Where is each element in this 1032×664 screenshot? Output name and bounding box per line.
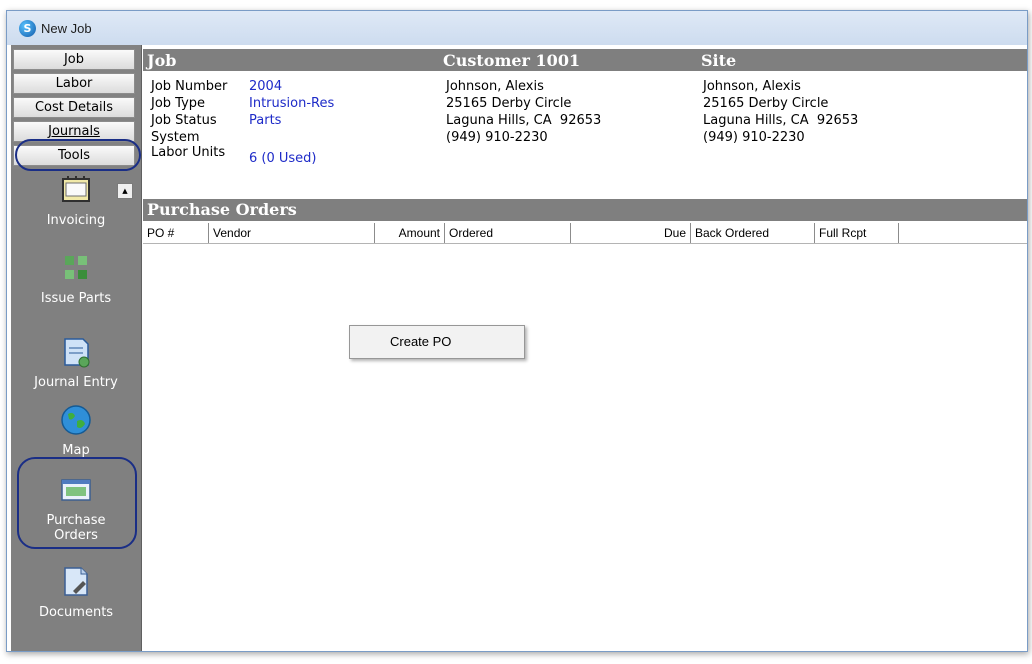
- context-menu: Create PO: [349, 325, 525, 359]
- tool-journal-entry[interactable]: Journal Entry: [11, 335, 141, 390]
- job-type-label: Job Type: [151, 96, 206, 111]
- job-number-label: Job Number: [151, 79, 228, 94]
- tool-documents[interactable]: Documents: [11, 565, 141, 620]
- tool-label: Issue Parts: [40, 291, 112, 306]
- job-number-value: 2004: [249, 79, 283, 94]
- tab-job[interactable]: Job: [13, 49, 135, 70]
- create-po-menu-item[interactable]: Create PO: [390, 334, 451, 349]
- issue-parts-icon: [65, 256, 87, 279]
- tool-label: Purchase Orders: [11, 513, 141, 543]
- sidebar: Job Labor Cost Details Journals Tools ▲ …: [11, 45, 142, 651]
- labor-units-value: 6 (0 Used): [249, 151, 317, 166]
- job-status-row: Job Status Parts: [151, 113, 281, 129]
- job-status-label: Job Status: [151, 113, 217, 128]
- customer-title: Customer 1001: [443, 51, 581, 70]
- tool-label: Map: [62, 443, 90, 458]
- tab-labor[interactable]: Labor: [13, 73, 135, 94]
- tool-label: Invoicing: [46, 213, 106, 228]
- job-type-row: Job Type Intrusion-Res: [151, 96, 334, 112]
- site-name: Johnson, Alexis: [703, 79, 801, 94]
- tab-cost-details[interactable]: Cost Details: [13, 97, 135, 118]
- col-amount[interactable]: Amount: [375, 223, 445, 243]
- col-full-rcpt[interactable]: Full Rcpt: [815, 223, 899, 243]
- tool-purchase-orders[interactable]: Purchase Orders: [11, 473, 141, 543]
- main-panel: Job Customer 1001 Site Job Number 2004 Jo…: [143, 45, 1027, 651]
- title-bar[interactable]: S New Job: [7, 11, 1027, 45]
- tool-issue-parts[interactable]: Issue Parts: [11, 251, 141, 306]
- customer-name: Johnson, Alexis: [446, 79, 544, 94]
- col-vendor[interactable]: Vendor: [209, 223, 375, 243]
- system-row: System: [151, 130, 199, 146]
- purchase-orders-icon: [61, 479, 91, 501]
- site-phone: (949) 910-2230: [703, 130, 805, 145]
- site-title: Site: [701, 51, 737, 70]
- app-logo-icon: S: [19, 20, 36, 37]
- job-status-value: Parts: [249, 113, 282, 128]
- col-ordered[interactable]: Ordered: [445, 223, 571, 243]
- col-po-number[interactable]: PO #: [143, 223, 209, 243]
- tab-journals[interactable]: Journals: [13, 121, 135, 142]
- tool-label: Journal Entry: [34, 375, 118, 390]
- job-number-row: Job Number 2004: [151, 79, 282, 95]
- tool-map[interactable]: Map: [11, 403, 141, 458]
- customer-phone: (949) 910-2230: [446, 130, 548, 145]
- invoicing-icon: [62, 176, 90, 202]
- customer-address2: Laguna Hills, CA 92653: [446, 113, 602, 128]
- new-job-window: S New Job Job Labor Cost Details Journal…: [6, 10, 1028, 652]
- tool-label: Documents: [38, 605, 114, 620]
- tool-label-text: Purchase Orders: [46, 513, 106, 543]
- site-address1: 25165 Derby Circle: [703, 96, 829, 111]
- col-back-ordered[interactable]: Back Ordered: [691, 223, 815, 243]
- job-title: Job: [147, 51, 177, 70]
- globe-icon: [61, 405, 91, 435]
- tab-tools[interactable]: Tools: [13, 145, 135, 166]
- window-title: New Job: [41, 21, 92, 36]
- labor-units-row: Labor Units 6 (0 Used): [151, 145, 317, 166]
- col-due[interactable]: Due: [571, 223, 691, 243]
- tool-invoicing[interactable]: Invoicing: [11, 173, 141, 228]
- journal-entry-icon: [64, 338, 90, 368]
- labor-units-label: Labor Units: [151, 145, 226, 160]
- customer-address1: 25165 Derby Circle: [446, 96, 572, 111]
- purchase-orders-header: Purchase Orders: [143, 199, 1027, 221]
- po-table-header: PO # Vendor Amount Ordered Due Back Orde…: [143, 223, 1027, 244]
- job-info-header: Job Customer 1001 Site: [143, 49, 1027, 71]
- documents-icon: [64, 567, 88, 596]
- job-type-value: Intrusion-Res: [249, 96, 335, 111]
- system-label: System: [151, 130, 200, 145]
- site-address2: Laguna Hills, CA 92653: [703, 113, 859, 128]
